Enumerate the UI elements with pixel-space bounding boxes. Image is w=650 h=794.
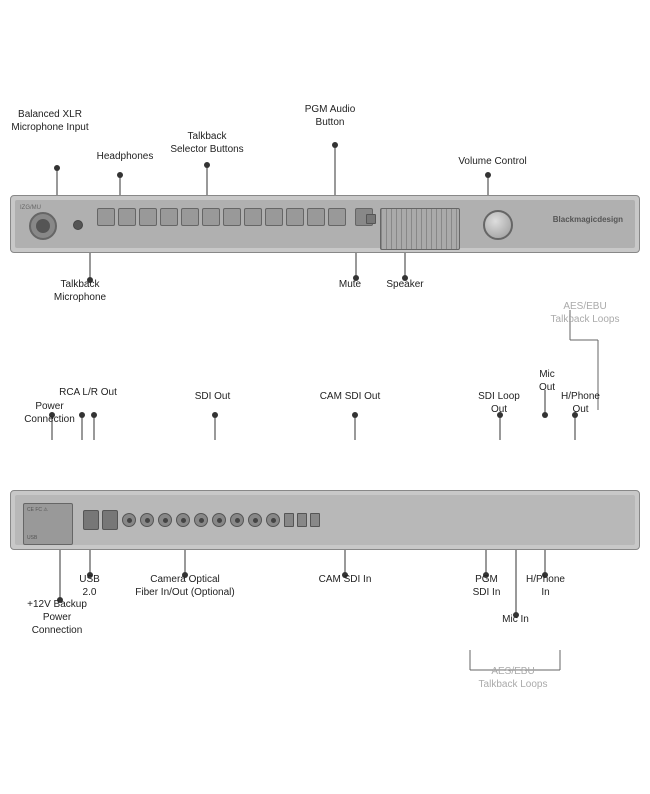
tb-btn-9 (265, 208, 283, 226)
sdi-pgm-group (266, 513, 280, 527)
cam-bnc-group-7 (230, 513, 244, 527)
label-sdi-out: SDI Out (185, 390, 240, 403)
bnc-pgm (266, 513, 280, 527)
mute-button (366, 214, 376, 224)
cam-bnc-group-6 (212, 513, 226, 527)
cam-bnc-group-5 (194, 513, 208, 527)
label-headphones: Headphones (95, 150, 155, 163)
label-power-conn: PowerConnection (22, 400, 77, 426)
small-conn-2 (297, 513, 307, 527)
rear-panel-inner: CE FC ⚠ USB (15, 495, 635, 545)
bnc-8 (248, 513, 262, 527)
speaker-grille (380, 208, 460, 250)
talkback-buttons (97, 208, 373, 226)
tb-btn-1 (97, 208, 115, 226)
tb-btn-10 (286, 208, 304, 226)
label-pgm-sdi-in: PGMSDI In (464, 573, 509, 599)
label-camera-optical: Camera OpticalFiber In/Out (Optional) (135, 573, 235, 599)
label-aesebu-bottom: AES/EBUTalkback Loops (473, 665, 553, 691)
label-aesebu-top: AES/EBUTalkback Loops (545, 300, 625, 326)
label-hphone-in: H/PhoneIn (523, 573, 568, 599)
fiber-port-1 (83, 510, 99, 530)
cam-bnc-group-4 (176, 513, 190, 527)
rear-panel-bottom: CE FC ⚠ USB (10, 490, 640, 550)
fiber-port-2 (102, 510, 118, 530)
label-mute: Mute (330, 278, 370, 291)
bnc-5 (194, 513, 208, 527)
tb-btn-11 (307, 208, 325, 226)
bnc-4 (176, 513, 190, 527)
bnc-2 (140, 513, 154, 527)
bnc-1 (122, 513, 136, 527)
label-pgm-audio: PGM AudioButton (295, 103, 365, 129)
headphone-jack (73, 220, 83, 230)
small-conn-group (284, 513, 320, 527)
label-plus12v: +12V BackupPower Connection (22, 598, 92, 637)
label-speaker: Speaker (380, 278, 430, 291)
small-conn-1 (284, 513, 294, 527)
panel-id-label: IZG/MU (20, 205, 41, 211)
tb-btn-3 (139, 208, 157, 226)
xlr-inner (36, 219, 50, 233)
label-cam-sdi-in: CAM SDI In (310, 573, 380, 586)
front-panel-top: IZG/MU (10, 195, 640, 253)
label-balanced-xlr: Balanced XLRMicrophone Input (10, 108, 90, 134)
label-hphone-out: H/PhoneOut (558, 390, 603, 416)
cam-bnc-group-1 (122, 513, 136, 527)
label-usb20: USB2.0 (72, 573, 107, 599)
cam-bnc-group-8 (248, 513, 262, 527)
power-section: CE FC ⚠ USB (23, 503, 73, 545)
tb-btn-6 (202, 208, 220, 226)
tb-btn-5 (181, 208, 199, 226)
bnc-7 (230, 513, 244, 527)
label-talkback-mic: TalkbackMicrophone (45, 278, 115, 304)
tb-btn-7 (223, 208, 241, 226)
label-talkback-selector: TalkbackSelector Buttons (162, 130, 252, 156)
volume-knob (483, 210, 513, 240)
front-panel-top-inner: IZG/MU (15, 200, 635, 248)
blackmagic-logo: Blackmagicdesign (553, 215, 623, 224)
label-volume-control: Volume Control (455, 155, 530, 168)
label-rca-lr-out: RCA L/R Out (58, 386, 118, 399)
label-mic-in: Mic In (498, 613, 533, 626)
tb-btn-12 (328, 208, 346, 226)
cam-group-1 (83, 510, 118, 530)
small-conn-3 (310, 513, 320, 527)
bnc-6 (212, 513, 226, 527)
cam-bnc-group-2 (140, 513, 154, 527)
cam-bnc-group-3 (158, 513, 172, 527)
tb-btn-8 (244, 208, 262, 226)
label-sdi-loop-out: SDI LoopOut (474, 390, 524, 416)
diagram-container: IZG/MU (0, 0, 650, 794)
label-cam-sdi-out: CAM SDI Out (315, 390, 385, 403)
xlr-socket (29, 212, 57, 240)
tb-btn-4 (160, 208, 178, 226)
tb-btn-2 (118, 208, 136, 226)
bnc-3 (158, 513, 172, 527)
